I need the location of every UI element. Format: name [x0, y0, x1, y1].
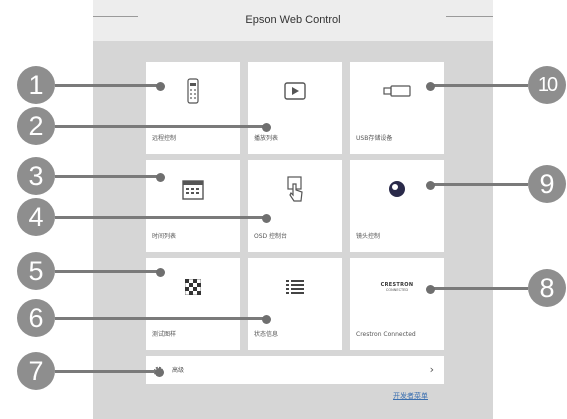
- tile-crestron-connected[interactable]: CRESTRON CONNECTED Crestron Connected: [350, 258, 444, 350]
- callout-8: 8: [528, 269, 566, 307]
- tile-label: OSD 控制台: [254, 233, 288, 240]
- callout-4: 4: [17, 198, 55, 236]
- play-icon: [248, 76, 342, 106]
- tile-label: 测试图样: [152, 331, 177, 338]
- leader-dot: [156, 173, 165, 182]
- callout-3: 3: [17, 157, 55, 195]
- leader-dot: [262, 123, 271, 132]
- list-icon: [248, 272, 342, 302]
- tile-label: 镜头控制: [356, 233, 381, 240]
- page-title: Epson Web Control: [245, 14, 341, 26]
- tile-label: 播放列表: [254, 135, 279, 142]
- leader-line: [55, 370, 159, 373]
- leader-line: [55, 317, 266, 320]
- leader-dot: [156, 268, 165, 277]
- tile-label: 状态信息: [254, 331, 279, 338]
- callout-9: 9: [528, 165, 566, 203]
- leader-dot: [156, 82, 165, 91]
- usb-icon: [350, 76, 444, 106]
- callout-6: 6: [17, 299, 55, 337]
- leader-line: [430, 287, 528, 290]
- advanced-row[interactable]: 高级 ›: [146, 356, 444, 384]
- tile-label: 时间列表: [152, 233, 177, 240]
- leader-dot: [262, 315, 271, 324]
- tile-playlist[interactable]: 播放列表: [248, 62, 342, 154]
- tile-label: Crestron Connected: [356, 331, 416, 338]
- leader-line: [55, 270, 160, 273]
- callout-5: 5: [17, 252, 55, 290]
- leader-dot: [155, 368, 164, 377]
- leader-line: [430, 84, 528, 87]
- tile-lens-control[interactable]: 镜头控制: [350, 160, 444, 252]
- tile-usb-storage[interactable]: USB存储设备: [350, 62, 444, 154]
- leader-line: [430, 183, 528, 186]
- tile-label: 远程控制: [152, 135, 177, 142]
- leader-dot: [426, 82, 435, 91]
- crestron-logo-subtext: CONNECTED: [385, 288, 409, 292]
- advanced-label: 高级: [172, 367, 185, 374]
- leader-line: [55, 175, 160, 178]
- leader-line: [55, 125, 266, 128]
- chevron-right-icon: ›: [429, 363, 434, 376]
- remote-control-icon: [146, 76, 240, 106]
- callout-7: 7: [17, 352, 55, 390]
- leader-line: [55, 216, 266, 219]
- tile-remote-control[interactable]: 远程控制: [146, 62, 240, 154]
- tile-label: USB存储设备: [356, 135, 393, 142]
- callout-10: 10: [528, 66, 566, 104]
- leader-dot: [426, 285, 435, 294]
- touch-hand-icon: [248, 174, 342, 204]
- leader-line: [55, 84, 160, 87]
- leader-dot: [262, 214, 271, 223]
- tile-osd-control[interactable]: OSD 控制台: [248, 160, 342, 252]
- developer-menu-link[interactable]: 开发者菜单: [393, 391, 428, 401]
- callout-2: 2: [17, 107, 55, 145]
- tile-status-info[interactable]: 状态信息: [248, 258, 342, 350]
- leader-dot: [426, 181, 435, 190]
- callout-1: 1: [17, 66, 55, 104]
